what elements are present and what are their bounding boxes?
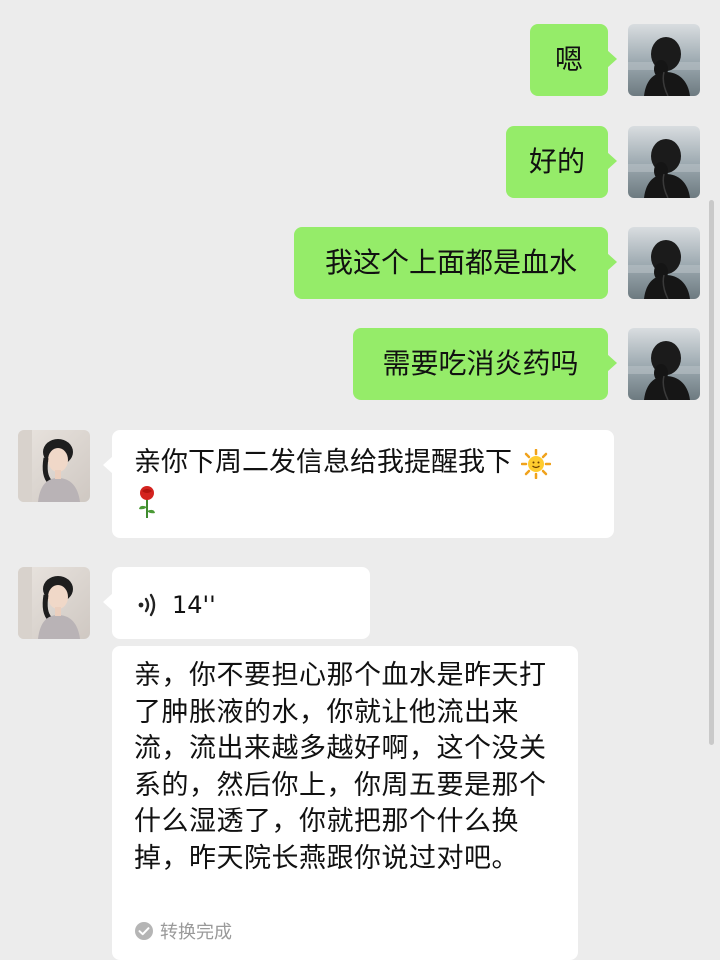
chat-window: 嗯 好的 我这个上面都是血水 需要吃消炎药吗 亲你下周二发信息给我提醒我下 14…: [0, 0, 720, 960]
check-circle-icon: [135, 922, 153, 940]
message-text: 需要吃消炎药吗: [382, 347, 579, 380]
transcript-status-text: 转换完成: [160, 922, 232, 943]
message-bubble-outgoing[interactable]: 嗯: [530, 24, 617, 96]
user-avatar[interactable]: [628, 227, 700, 299]
sun-emoji: [520, 448, 551, 479]
transcript-status: 转换完成: [134, 918, 232, 944]
contact-avatar[interactable]: [18, 567, 90, 639]
message-text: 好的: [528, 145, 585, 178]
rose-emoji: [139, 485, 155, 518]
user-avatar[interactable]: [628, 126, 700, 198]
voice-transcript-panel[interactable]: 亲，你不要担心那个血水是昨天打了肿胀液的水，你就让他流出来流，流出来越多越好啊，…: [112, 646, 578, 960]
message-bubble-outgoing[interactable]: 好的: [506, 126, 617, 198]
message-text: 亲你下周二发信息给我提醒我下: [134, 447, 512, 478]
voice-wave-icon: [138, 593, 156, 617]
message-text: 我这个上面都是血水: [324, 246, 577, 279]
voice-transcript-text: 亲，你不要担心那个血水是昨天打了肿胀液的水，你就让他流出来流，流出来越多越好啊，…: [134, 660, 547, 874]
contact-avatar[interactable]: [18, 430, 90, 502]
voice-duration: 14'': [172, 591, 216, 619]
voice-message-info: 14'': [136, 588, 216, 622]
message-bubble-incoming[interactable]: 亲你下周二发信息给我提醒我下: [103, 430, 614, 538]
message-bubble-outgoing[interactable]: 需要吃消炎药吗: [353, 328, 617, 400]
user-avatar[interactable]: [628, 328, 700, 400]
user-avatar[interactable]: [628, 24, 700, 96]
message-text: 嗯: [554, 43, 583, 76]
message-bubble-outgoing[interactable]: 我这个上面都是血水: [294, 227, 617, 299]
scrollbar[interactable]: [709, 200, 714, 745]
